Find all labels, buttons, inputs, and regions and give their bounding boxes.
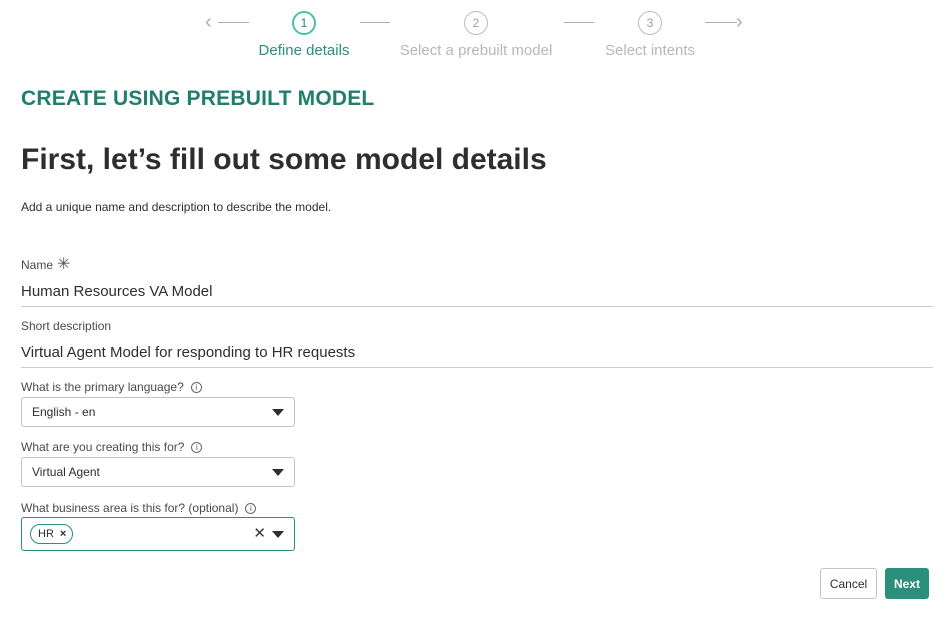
business-area-multiselect[interactable]: HR × ✕	[21, 517, 295, 551]
business-area-chip: HR ×	[30, 524, 74, 544]
next-button[interactable]: Next	[885, 568, 929, 599]
step-2-indicator: 2	[464, 11, 488, 35]
name-label-text: Name	[21, 258, 54, 272]
section-title: CREATE USING PREBUILT MODEL	[21, 87, 375, 110]
purpose-select-value: Virtual Agent	[32, 465, 100, 479]
page-title: First, let’s fill out some model details	[21, 143, 547, 176]
step-1-indicator: 1	[292, 11, 316, 35]
language-label-text: What is the primary language?	[21, 380, 184, 394]
caret-down-icon[interactable]	[272, 531, 284, 538]
step-3-indicator: 3	[638, 11, 662, 35]
clear-selection-icon[interactable]: ✕	[253, 524, 266, 542]
name-input[interactable]	[21, 283, 933, 307]
asterisk-icon: ✳	[57, 256, 71, 273]
info-icon[interactable]: i	[245, 502, 257, 514]
language-select-value: English - en	[32, 405, 96, 419]
stepper-connector	[705, 22, 737, 23]
chevron-left-icon[interactable]: ‹	[205, 12, 212, 32]
info-icon[interactable]: i	[191, 441, 203, 453]
name-label: Name ✳	[21, 256, 71, 273]
short-description-label-text: Short description	[21, 319, 112, 333]
purpose-label: What are you creating this for? i	[21, 440, 203, 454]
business-area-label-text: What business area is this for? (optiona…	[21, 501, 239, 515]
short-description-input[interactable]	[21, 344, 933, 368]
step-1-label[interactable]: Define details	[259, 42, 350, 59]
language-select[interactable]: English - en	[21, 397, 295, 427]
wizard-stepper: ‹ 1 Define details 2 Select a prebuilt m…	[0, 0, 947, 70]
language-label: What is the primary language? i	[21, 380, 202, 394]
step-2-label[interactable]: Select a prebuilt model	[400, 42, 553, 59]
short-description-label: Short description	[21, 319, 111, 333]
cancel-button[interactable]: Cancel	[820, 568, 877, 599]
remove-chip-icon[interactable]: ×	[60, 528, 66, 540]
page-subtitle: Add a unique name and description to des…	[21, 200, 332, 214]
stepper-connector	[564, 22, 594, 23]
stepper-connector	[360, 22, 390, 23]
purpose-label-text: What are you creating this for?	[21, 440, 185, 454]
stepper-connector	[218, 22, 249, 23]
chevron-right-icon[interactable]: ›	[736, 12, 743, 32]
caret-down-icon	[272, 409, 284, 416]
caret-down-icon	[272, 469, 284, 476]
purpose-select[interactable]: Virtual Agent	[21, 457, 295, 487]
step-3-label[interactable]: Select intents	[605, 42, 695, 59]
business-area-label: What business area is this for? (optiona…	[21, 501, 257, 515]
info-icon[interactable]: i	[190, 381, 202, 393]
chip-label: HR	[38, 528, 54, 540]
